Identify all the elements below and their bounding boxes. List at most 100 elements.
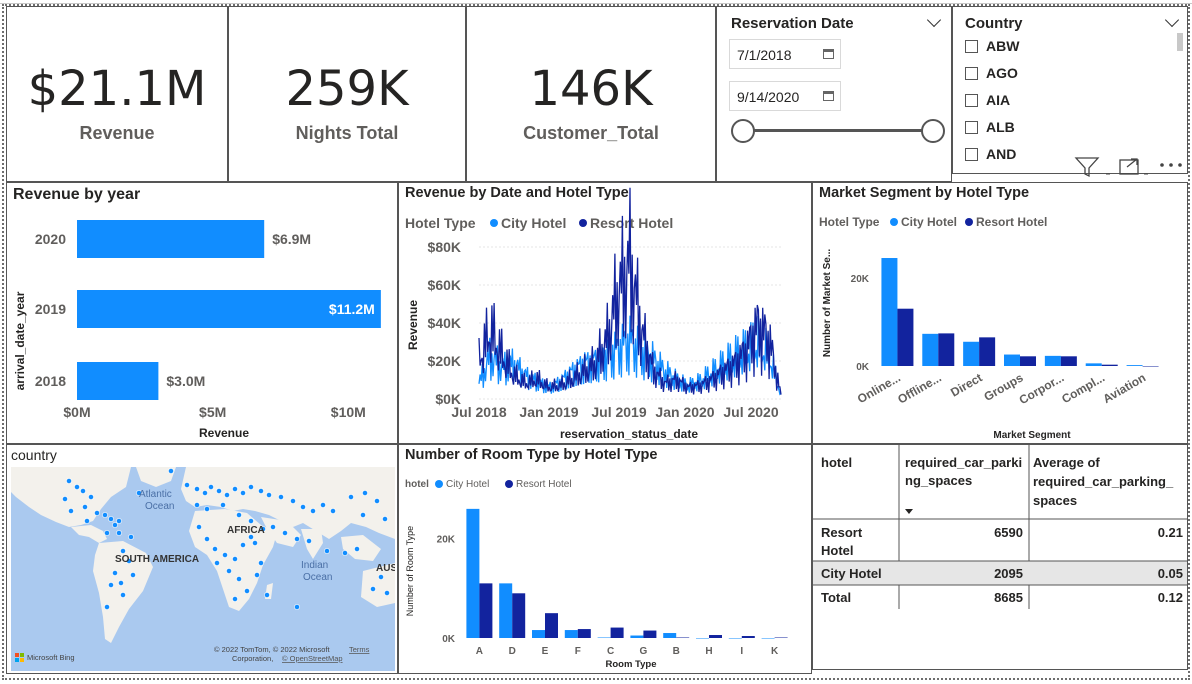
country-marker	[202, 490, 208, 496]
country-marker	[258, 560, 264, 566]
country-marker	[384, 590, 390, 596]
country-marker	[220, 502, 226, 508]
bar	[1044, 355, 1061, 366]
market-segment-chart: Hotel Type City Hotel Resort Hotel Numbe…	[819, 215, 1159, 441]
country-marker	[232, 486, 238, 492]
bar	[1060, 356, 1077, 366]
country-option[interactable]: ALB	[965, 119, 1015, 141]
cell-hotel: City Hotel	[821, 566, 882, 581]
bar	[1126, 365, 1143, 366]
bar	[1142, 366, 1159, 367]
chevron-down-icon[interactable]	[926, 12, 942, 28]
kpi-card-nights[interactable]: 259K Nights Total	[228, 6, 466, 182]
calendar-icon[interactable]	[823, 49, 834, 59]
room-type-visual[interactable]: Number of Room Type by Hotel Type hotel …	[398, 444, 812, 674]
cell-hotel: Hotel	[821, 543, 854, 558]
filter-icon[interactable]	[1074, 157, 1100, 178]
legend-title: Hotel Type	[405, 215, 476, 231]
checkbox[interactable]	[965, 121, 978, 134]
country-marker	[248, 518, 254, 524]
country-option[interactable]: AND	[965, 146, 1016, 168]
revenue-by-year-chart: arrival_date_year 2020 $6.9M 2019 $11.2M 201…	[13, 220, 381, 440]
kpi-card-customers[interactable]: 146K Customer_Total	[466, 6, 716, 182]
cell-average: 0.05	[1158, 566, 1183, 581]
world-map[interactable]: Atlantic Ocean AFRICA SOUTH AMERICA Indi…	[11, 467, 395, 671]
legend: Hotel Type City Hotel Resort Hotel	[405, 215, 673, 231]
legend-city[interactable]: City Hotel	[501, 215, 566, 231]
checkbox[interactable]	[965, 67, 978, 80]
column-header-hotel: hotel	[821, 455, 852, 470]
x-tick-label: Direct	[948, 370, 984, 399]
country-marker	[264, 592, 270, 598]
legend-city[interactable]: City Hotel	[901, 215, 957, 229]
bar	[676, 637, 690, 639]
bar	[774, 637, 788, 639]
cell-average: 0.21	[1158, 525, 1183, 540]
legend-city[interactable]: City Hotel	[446, 479, 489, 490]
y-tick-label: 20K	[437, 535, 456, 546]
start-date-input[interactable]: 7/1/2018	[729, 39, 841, 69]
country-marker	[130, 572, 136, 578]
bar	[630, 635, 644, 638]
y-tick-label: $20K	[428, 353, 461, 369]
x-tick-label: Jan 2020	[655, 404, 714, 420]
checkbox[interactable]	[965, 94, 978, 107]
country-option[interactable]: AIA	[965, 92, 1010, 114]
market-segment-visual[interactable]: Market Segment by Hotel Type Hotel Type …	[812, 182, 1188, 444]
revenue-by-year-visual[interactable]: Revenue by year arrival_date_year 2020 $6…	[6, 182, 398, 444]
country-marker	[330, 508, 336, 514]
legend-marker-city	[490, 219, 498, 227]
end-date-handle[interactable]	[921, 119, 945, 143]
country-option[interactable]: ABW	[965, 38, 1019, 60]
map-terms-link[interactable]: Terms	[349, 645, 370, 654]
kpi-card-revenue[interactable]: $21.1M Revenue	[6, 6, 228, 182]
country-marker	[226, 568, 232, 574]
country-marker	[102, 512, 108, 518]
date-range-track[interactable]	[743, 129, 935, 132]
bar	[979, 337, 996, 366]
bar	[709, 635, 722, 638]
legend-resort[interactable]: Resort Hotel	[516, 479, 572, 490]
x-tick-label: Jul 2020	[723, 404, 778, 420]
map-label-atlantic: Atlantic	[139, 489, 172, 500]
focus-mode-icon[interactable]	[1119, 158, 1139, 175]
end-date-input[interactable]: 9/14/2020	[729, 81, 841, 111]
reservation-date-slicer: Reservation Date 7/1/2018 9/14/2020	[716, 6, 952, 182]
slicer-title: Country	[965, 15, 1023, 32]
revenue-by-date-visual[interactable]: Revenue by Date and Hotel Type Hotel Typ…	[398, 182, 812, 444]
country-marker	[306, 538, 312, 544]
column-header-average: spaces	[1033, 493, 1077, 508]
calendar-icon[interactable]	[823, 91, 834, 101]
country-marker	[224, 492, 230, 498]
bar	[597, 637, 611, 639]
map-label-aus: AUS	[376, 563, 395, 574]
bars-group: 0K20KOnline...Offline... DirectGroupsCorp…	[851, 258, 1159, 407]
chevron-down-icon[interactable]	[1164, 12, 1180, 28]
checkbox[interactable]	[965, 148, 978, 161]
parking-table-visual[interactable]: hotel required_car_parki ng_spaces Average …	[812, 444, 1188, 670]
scrollbar-thumb[interactable]	[1177, 33, 1183, 51]
x-tick-label: $0M	[63, 404, 90, 420]
bar	[77, 362, 159, 400]
x-tick-label: Aviation	[1100, 370, 1148, 406]
country-marker	[324, 548, 330, 554]
y-tick-label: 2019	[35, 301, 66, 317]
country-marker	[94, 510, 100, 516]
y-tick-label: $80K	[428, 239, 461, 255]
legend-marker-city	[435, 480, 443, 488]
checkbox[interactable]	[965, 40, 978, 53]
legend-resort[interactable]: Resort Hotel	[590, 215, 673, 231]
country-option[interactable]: AGO	[965, 65, 1018, 87]
country-marker	[194, 502, 200, 508]
kpi-value-nights: 259K	[285, 61, 409, 117]
bar	[938, 333, 955, 366]
more-options-icon[interactable]	[1160, 163, 1182, 167]
country-option-label: AIA	[986, 92, 1011, 108]
map-osm-link[interactable]: © OpenStreetMap	[282, 654, 343, 663]
start-date-handle[interactable]	[731, 119, 755, 143]
legend-resort[interactable]: Resort Hotel	[976, 215, 1047, 229]
x-tick-label: D	[509, 646, 516, 657]
country-map-visual[interactable]: country Atlantic Ocean AFRICA SOUTH AMER…	[6, 444, 398, 674]
map-label-south-america: SOUTH AMERICA	[115, 554, 199, 565]
total-label: Total	[821, 590, 851, 605]
